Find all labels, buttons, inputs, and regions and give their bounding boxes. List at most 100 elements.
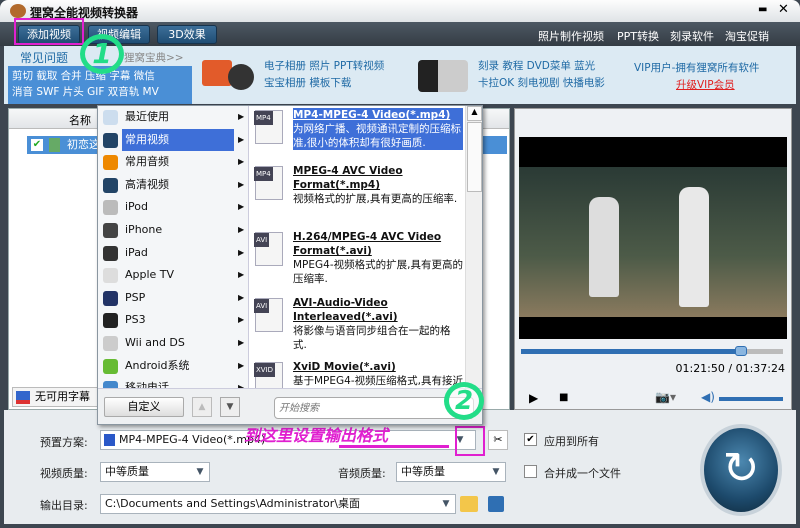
- format-tag: AVI: [254, 299, 270, 313]
- category-icon: [103, 245, 118, 261]
- audio-quality-select[interactable]: 中等质量 ▼: [396, 462, 506, 482]
- dropdown-highlight-box: [455, 426, 485, 456]
- category-label: Wii and DS: [125, 336, 185, 349]
- format-tag: AVI: [254, 233, 270, 247]
- menu-category-item[interactable]: iPhone ▶: [98, 219, 249, 242]
- preview-player: 01:21:50 / 01:37:24 ▶ ■ 📷▾ ◀): [514, 108, 792, 410]
- category-icon: [103, 110, 118, 125]
- output-label: 输出目录:: [40, 499, 88, 512]
- browse-folder-icon[interactable]: [488, 496, 504, 512]
- step1-number: 1: [92, 37, 112, 70]
- minimize-button[interactable]: ▬: [758, 4, 767, 15]
- burn-row1[interactable]: 刻录 教程 DVD菜单 蓝光: [478, 58, 595, 75]
- menu-category-item[interactable]: 高清视频 ▶: [98, 174, 249, 197]
- category-label: 常用视频: [122, 128, 234, 151]
- submenu-arrow-icon: ▶: [238, 292, 245, 302]
- chevron-down-icon: ▼: [492, 467, 500, 477]
- menu-category-item[interactable]: Wii and DS ▶: [98, 332, 249, 355]
- apply-all-checkbox[interactable]: ✔: [524, 433, 537, 446]
- format-name: MP4-MPEG-4 Video(*.mp4): [293, 109, 451, 121]
- guide-link[interactable]: 狸窝宝典>>: [124, 50, 184, 67]
- merge-checkbox[interactable]: [524, 465, 537, 478]
- volume-icon[interactable]: ◀): [701, 390, 715, 404]
- subtitle-icon: [16, 391, 30, 404]
- stop-button[interactable]: ■: [559, 392, 568, 403]
- album-row1[interactable]: 电子相册 照片 PPT转视频: [264, 58, 384, 75]
- close-button[interactable]: ✕: [778, 2, 789, 17]
- submenu-arrow-icon: ▶: [238, 134, 245, 144]
- submenu-arrow-icon: ▶: [238, 202, 245, 212]
- step1-marker: 1: [80, 34, 124, 74]
- link-photo-video[interactable]: 照片制作视频: [538, 28, 604, 44]
- album-row2[interactable]: 宝宝相册 模板下载: [264, 75, 351, 92]
- link-taobao[interactable]: 淘宝促销: [725, 28, 769, 44]
- custom-button[interactable]: 自定义: [104, 397, 184, 417]
- category-label: iPad: [125, 245, 148, 259]
- menu-category-item[interactable]: Apple TV ▶: [98, 264, 249, 287]
- format-tag: MP4: [254, 111, 273, 125]
- vip-text[interactable]: VIP用户-拥有狸窝所有软件: [634, 60, 759, 77]
- menu-category-item[interactable]: iPad ▶: [98, 242, 249, 265]
- merge-label: 合并成一个文件: [544, 467, 621, 480]
- video-preview: [519, 137, 787, 339]
- format-name: MPEG-4 AVC Video Format(*.mp4): [293, 165, 403, 191]
- time-display: 01:21:50 / 01:37:24: [675, 362, 785, 375]
- menu-category-item[interactable]: 最近使用 ▶: [98, 106, 249, 129]
- 3d-effect-button[interactable]: 3D效果: [157, 25, 217, 44]
- burn-row2[interactable]: 卡拉OK 刻电视剧 快播电影: [478, 75, 605, 92]
- settings-tools-icon[interactable]: ✂: [488, 430, 508, 450]
- format-list: MP4 MP4-MPEG-4 Video(*.mp4) 为网络广播、视频通讯定制的压…: [250, 106, 465, 388]
- tools-row2[interactable]: 消音 SWF 片头 GIF 双音轨 MV: [12, 84, 188, 100]
- format-name: XviD Movie(*.avi): [293, 361, 396, 373]
- convert-button[interactable]: ↻: [700, 424, 782, 516]
- format-tag: MP4: [254, 167, 273, 181]
- format-file-icon: MP4: [254, 110, 283, 144]
- category-label: Apple TV: [125, 268, 175, 282]
- category-icon: [103, 268, 118, 284]
- menu-category-item[interactable]: Android系统 ▶: [98, 355, 249, 378]
- output-path-input[interactable]: C:\Documents and Settings\Administrator\…: [100, 494, 456, 514]
- annotation-arrow: [339, 445, 449, 448]
- menu-category-item[interactable]: PSP ▶: [98, 287, 249, 310]
- submenu-arrow-icon: ▶: [238, 179, 245, 189]
- video-file-icon: [49, 138, 60, 152]
- camera-icon[interactable]: 📷▾: [655, 390, 676, 404]
- audio-quality-value: 中等质量: [401, 465, 445, 478]
- format-file-icon: AVI: [254, 298, 283, 332]
- category-label: 高清视频: [125, 177, 169, 191]
- play-button[interactable]: ▶: [529, 391, 538, 405]
- move-down-button[interactable]: ▼: [220, 397, 240, 417]
- menu-category-item[interactable]: iPod ▶: [98, 196, 249, 219]
- category-icon: [103, 132, 118, 148]
- format-scrollbar[interactable]: ▲: [465, 106, 482, 388]
- faq-link[interactable]: 常见问题: [20, 50, 68, 67]
- format-file-icon: MP4: [254, 166, 283, 200]
- menu-category-item[interactable]: 常用音频 ▶: [98, 151, 249, 174]
- format-menu: 最近使用 ▶ 常用视频 ▶ 常用音频 ▶ 高清视频 ▶ iPod ▶ iPhone ▶ iPad ▶ App…: [97, 105, 483, 425]
- output-path-value: C:\Documents and Settings\Administrator\…: [105, 497, 361, 510]
- move-up-button[interactable]: ▲: [192, 397, 212, 417]
- vip-upgrade-link[interactable]: 升级VIP会员: [676, 77, 735, 92]
- format-desc: 为网络广播、视频通讯定制的压缩标准,很小的体积却有很好画质.: [293, 123, 461, 149]
- category-label: 最近使用: [125, 110, 169, 123]
- format-desc: 基于MPEG4-视频压缩格式,具有接近DVD的画质和良好的音质.: [293, 375, 463, 387]
- menu-category-item[interactable]: 常用视频 ▶: [98, 128, 249, 152]
- video-format-icon: [104, 434, 115, 446]
- video-quality-select[interactable]: 中等质量 ▼: [100, 462, 210, 482]
- submenu-arrow-icon: ▶: [238, 157, 245, 167]
- link-burn[interactable]: 刻录软件: [670, 28, 714, 44]
- title-bar: 狸窝全能视频转换器 ▬ ✕: [0, 0, 800, 22]
- volume-slider[interactable]: [719, 397, 783, 401]
- category-label: iPhone: [125, 223, 163, 236]
- open-folder-icon[interactable]: [460, 496, 478, 512]
- link-ppt[interactable]: PPT转换: [617, 28, 659, 44]
- subtitle-select[interactable]: 无可用字幕: [12, 387, 104, 407]
- menu-category-item[interactable]: PS3 ▶: [98, 309, 249, 332]
- step2-number: 2: [454, 386, 474, 416]
- progress-slider[interactable]: [521, 346, 783, 356]
- step2-marker: 2: [444, 382, 484, 420]
- row-checkbox[interactable]: ✔: [31, 139, 43, 151]
- column-name[interactable]: 名称: [69, 112, 91, 128]
- format-file-icon: XVID: [254, 362, 283, 388]
- format-name: H.264/MPEG-4 AVC Video Format(*.avi): [293, 231, 442, 257]
